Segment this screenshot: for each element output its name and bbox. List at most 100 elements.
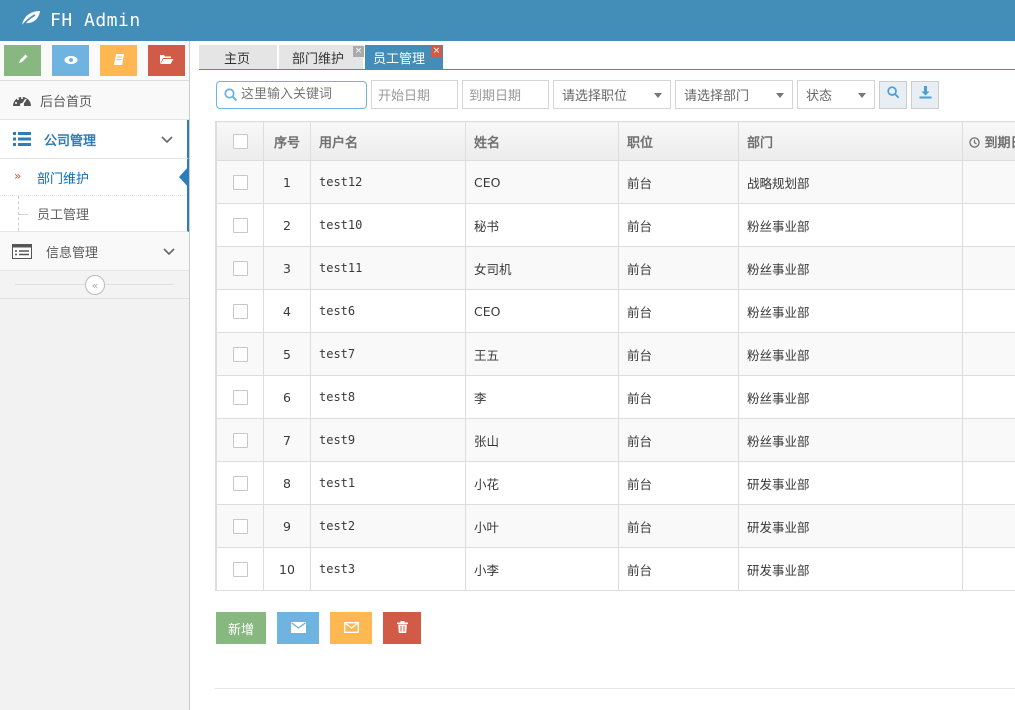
cell-department: 粉丝事业部 [738, 246, 963, 290]
tab-label: 主页 [223, 51, 250, 67]
cell-expiry [962, 461, 1015, 505]
table-row[interactable]: 5 test7 王五 前台 粉丝事业部 [216, 332, 1015, 376]
row-checkbox[interactable] [232, 304, 248, 319]
company-submenu: » 部门维护 员工管理 [0, 159, 189, 232]
cell-position: 前台 [618, 203, 739, 247]
tab-employee[interactable]: 员工管理 × [365, 45, 443, 70]
select-all-checkbox[interactable] [232, 133, 248, 149]
close-icon[interactable]: × [353, 46, 364, 57]
row-checkbox[interactable] [232, 347, 248, 362]
list-alt-icon [12, 243, 32, 259]
nav-dashboard-label: 后台首页 [40, 94, 93, 110]
envelope-icon [290, 621, 306, 636]
table-row[interactable]: 7 test9 张山 前台 粉丝事业部 [216, 418, 1015, 462]
status-select[interactable]: 状态 [797, 80, 875, 109]
cell-position: 前台 [618, 289, 739, 333]
row-checkbox[interactable] [232, 261, 248, 276]
search-input[interactable] [241, 87, 361, 102]
column-header-expiry[interactable]: 到期日 [962, 121, 1015, 161]
cell-name: 秘书 [465, 203, 619, 247]
cell-expiry [962, 203, 1015, 247]
cell-department: 粉丝事业部 [738, 332, 963, 376]
end-date-input[interactable]: 到期日期 [462, 80, 549, 109]
tab-bar: 主页 部门维护 × 员工管理 × [199, 45, 445, 70]
column-header[interactable]: 姓名 [465, 121, 619, 161]
cell-username: test10 [310, 203, 466, 247]
close-icon[interactable]: × [431, 46, 442, 57]
submenu-item-department[interactable]: » 部门维护 [0, 159, 189, 195]
caret-down-icon [858, 93, 866, 98]
table-row[interactable]: 10 test3 小李 前台 研发事业部 [216, 547, 1015, 591]
row-checkbox[interactable] [232, 562, 248, 577]
tab-department[interactable]: 部门维护 × [279, 45, 364, 69]
cell-username: test8 [310, 375, 466, 419]
caret-down-icon [776, 93, 784, 98]
employee-table: 序号 用户名 姓名 职位 部门 到期日 1test12CEO前台战略规划部2te… [216, 121, 1015, 591]
row-checkbox[interactable] [232, 519, 248, 534]
cell-position: 前台 [618, 160, 739, 204]
position-select[interactable]: 请选择职位 [553, 80, 671, 109]
cell-no: 3 [263, 246, 311, 290]
brand[interactable]: FH Admin [20, 7, 141, 33]
column-header[interactable]: 职位 [618, 121, 739, 161]
tab-home[interactable]: 主页 [199, 45, 277, 69]
table-row[interactable]: 9 test2 小叶 前台 研发事业部 [216, 504, 1015, 548]
column-header[interactable]: 用户名 [310, 121, 466, 161]
table-row[interactable]: 8 test1 小花 前台 研发事业部 [216, 461, 1015, 505]
submenu-item-employee[interactable]: 员工管理 [0, 195, 187, 231]
shortcut-edit-button[interactable] [4, 45, 41, 76]
delete-button[interactable] [383, 612, 421, 644]
shortcut-bar [0, 41, 189, 81]
status-select-value: 状态 [806, 89, 833, 104]
cell-no: 7 [263, 418, 311, 462]
export-button[interactable] [911, 80, 939, 109]
start-date-placeholder: 开始日期 [378, 89, 431, 104]
dashboard-icon [12, 92, 32, 108]
search-box[interactable] [216, 80, 367, 109]
cell-select [216, 160, 264, 204]
table-row[interactable]: 4 test6 CEO 前台 粉丝事业部 [216, 289, 1015, 333]
row-checkbox[interactable] [232, 218, 248, 233]
position-select-value: 请选择职位 [562, 89, 628, 104]
shortcut-view-button[interactable] [52, 45, 89, 76]
cell-name: 小李 [465, 547, 619, 591]
table-row[interactable]: 3 test11 女司机 前台 粉丝事业部 [216, 246, 1015, 290]
cell-expiry [962, 246, 1015, 290]
select-all-cell [216, 121, 264, 161]
row-checkbox[interactable] [232, 175, 248, 190]
add-button[interactable]: 新增 [216, 612, 266, 644]
cell-position: 前台 [618, 461, 739, 505]
table-row[interactable]: 6 test8 李前台 粉丝事业部 [216, 375, 1015, 419]
column-header[interactable]: 部门 [738, 121, 963, 161]
cell-expiry [962, 375, 1015, 419]
nav-company-label: 公司管理 [44, 133, 97, 149]
cell-select [216, 375, 264, 419]
cell-no: 5 [263, 332, 311, 376]
tab-underline [199, 69, 1015, 70]
row-checkbox[interactable] [232, 476, 248, 491]
nav-company-management[interactable]: 公司管理 [0, 120, 189, 159]
download-icon [919, 86, 932, 103]
shortcut-folder-button[interactable] [148, 45, 185, 76]
column-header[interactable]: 序号 [263, 121, 311, 161]
nav-info-management[interactable]: 信息管理 [0, 232, 189, 271]
active-indicator [179, 166, 189, 188]
nav-dashboard[interactable]: 后台首页 [0, 81, 189, 120]
bottom-actions: 新增 [216, 612, 421, 644]
shortcut-book-button[interactable] [100, 45, 137, 76]
cell-name: 李 [465, 375, 619, 419]
row-checkbox[interactable] [232, 433, 248, 448]
department-select[interactable]: 请选择部门 [675, 80, 793, 109]
start-date-input[interactable]: 开始日期 [371, 80, 458, 109]
cell-username: test7 [310, 332, 466, 376]
table-row[interactable]: 2 test10 秘书 前台 粉丝事业部 [216, 203, 1015, 247]
search-button[interactable] [879, 80, 907, 109]
send-message-button[interactable] [277, 612, 319, 644]
send-email-button[interactable] [330, 612, 372, 644]
employee-table-container: 序号 用户名 姓名 职位 部门 到期日 1test12CEO前台战略规划部2te… [215, 121, 1015, 591]
table-row[interactable]: 1 test12 CEO 前台 战略规划部 [216, 160, 1015, 204]
brand-title: FH Admin [50, 9, 141, 31]
row-checkbox[interactable] [232, 390, 248, 405]
sidebar-collapse-button[interactable]: « [85, 275, 105, 295]
list-icon [12, 132, 32, 146]
